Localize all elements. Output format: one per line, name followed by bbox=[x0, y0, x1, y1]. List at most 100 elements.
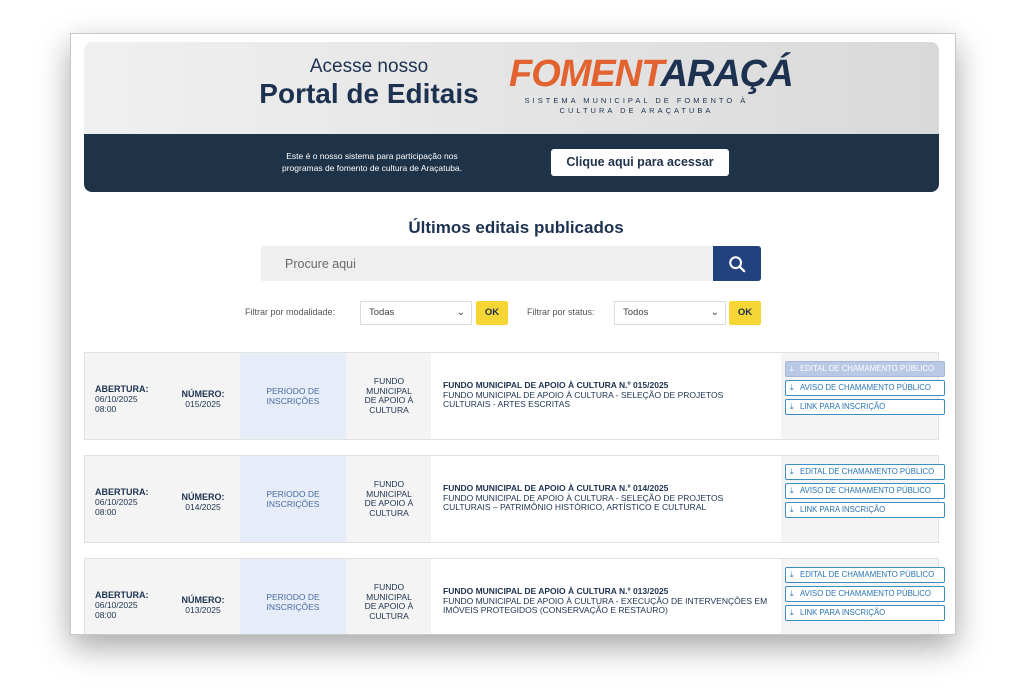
logo-subtitle-line2: CULTURA DE ARAÇATUBA bbox=[559, 106, 714, 115]
numero-label: NÚMERO: bbox=[181, 492, 225, 502]
numero-label: NÚMERO: bbox=[181, 389, 225, 399]
fund-line3: DE APOIO À bbox=[364, 498, 414, 508]
fund-line3: DE APOIO À bbox=[364, 601, 414, 611]
abertura-time: 08:00 bbox=[95, 507, 117, 517]
portal-title-line1: Acesse nosso bbox=[309, 56, 429, 77]
numero-value: 013/2025 bbox=[185, 605, 221, 615]
edital-chamamento-link[interactable]: ⤓ EDITAL DE CHAMAMENTO PÚBLICO bbox=[785, 567, 945, 583]
description-cell: FUNDO MUNICIPAL DE APOIO À CULTURA N.º 0… bbox=[431, 559, 781, 634]
download-icon: ⤓ bbox=[790, 505, 794, 514]
description-cell: FUNDO MUNICIPAL DE APOIO À CULTURA N.º 0… bbox=[431, 353, 781, 439]
fund-line2: MUNICIPAL bbox=[366, 591, 412, 602]
logo-subtitle-line1: SISTEMA MUNICIPAL DE FOMENTO À bbox=[524, 96, 749, 105]
links-cell: ⤓ EDITAL DE CHAMAMENTO PÚBLICO ⤓ AVISO DE … bbox=[785, 567, 945, 624]
logo-part2: ARAÇÁ bbox=[660, 53, 794, 95]
portal-banner[interactable]: Acesse nosso Portal de Editais FOMENTARA… bbox=[84, 42, 939, 192]
period-line1: PERIODO DE bbox=[266, 592, 320, 602]
inscricao-link[interactable]: ⤓ LINK PARA INSCRIÇÃO bbox=[785, 399, 945, 415]
abertura-time: 08:00 bbox=[95, 610, 117, 620]
fund-line2: MUNICIPAL bbox=[366, 488, 412, 499]
abertura-cell: ABERTURA: 06/10/2025 08:00 bbox=[95, 487, 165, 517]
numero-cell: NÚMERO: 014/2025 bbox=[173, 492, 233, 512]
period-line2: INSCRIÇÕES bbox=[266, 602, 320, 612]
status-select[interactable]: Todos ⌄ bbox=[614, 301, 726, 325]
period-cell: PERIODO DE INSCRIÇÕES bbox=[240, 353, 346, 439]
search-input[interactable] bbox=[261, 246, 735, 281]
search-icon bbox=[729, 255, 746, 272]
status-selected: Todos bbox=[623, 307, 649, 318]
abertura-date: 06/10/2025 bbox=[95, 394, 138, 404]
portal-title: Acesse nosso Portal de Editais bbox=[254, 56, 484, 110]
banner-description: Este é o nosso sistema para participação… bbox=[254, 150, 490, 174]
access-portal-button[interactable]: Clique aqui para acessar bbox=[551, 149, 729, 176]
modalidade-filter-label: Filtrar por modalidade: bbox=[245, 307, 336, 317]
search-button[interactable] bbox=[713, 246, 761, 281]
aviso-chamamento-link[interactable]: ⤓ AVISO DE CHAMAMENTO PÚBLICO bbox=[785, 483, 945, 499]
browser-window: Acesse nosso Portal de Editais FOMENTARA… bbox=[70, 33, 956, 635]
download-icon: ⤓ bbox=[790, 364, 794, 373]
modalidade-cell: FUNDO MUNICIPAL DE APOIO À CULTURA bbox=[348, 559, 430, 634]
numero-value: 014/2025 bbox=[185, 502, 221, 512]
aviso-chamamento-link[interactable]: ⤓ AVISO DE CHAMAMENTO PÚBLICO bbox=[785, 586, 945, 602]
abertura-cell: ABERTURA: 06/10/2025 08:00 bbox=[95, 384, 165, 414]
period-cell: PERIODO DE INSCRIÇÕES bbox=[240, 559, 346, 634]
chevron-down-icon: ⌄ bbox=[456, 307, 465, 318]
fund-line1: FUNDO bbox=[373, 582, 405, 592]
fund-line4: CULTURA bbox=[369, 610, 409, 621]
fund-line4: CULTURA bbox=[369, 404, 409, 415]
fund-line4: CULTURA bbox=[369, 507, 409, 518]
status-filter-label: Filtrar por status: bbox=[527, 307, 595, 317]
inscricao-link[interactable]: ⤓ LINK PARA INSCRIÇÃO bbox=[785, 605, 945, 621]
numero-value: 015/2025 bbox=[185, 399, 221, 409]
numero-cell: NÚMERO: 015/2025 bbox=[173, 389, 233, 409]
fund-line1: FUNDO bbox=[373, 479, 405, 489]
download-icon: ⤓ bbox=[790, 608, 794, 617]
logo-wordmark: FOMENTARAÇÁ bbox=[509, 52, 794, 96]
edital-row: ABERTURA: 06/10/2025 08:00 NÚMERO: 013/2… bbox=[84, 558, 945, 634]
status-ok-button[interactable]: OK bbox=[729, 301, 761, 325]
fund-line3: DE APOIO À bbox=[364, 395, 414, 405]
abertura-time: 08:00 bbox=[95, 404, 117, 414]
inscricao-link[interactable]: ⤓ LINK PARA INSCRIÇÃO bbox=[785, 502, 945, 518]
banner-bottom: Este é o nosso sistema para participação… bbox=[84, 134, 939, 192]
abertura-label: ABERTURA: bbox=[95, 590, 149, 600]
download-icon: ⤓ bbox=[790, 570, 794, 579]
period-cell: PERIODO DE INSCRIÇÕES bbox=[240, 456, 346, 542]
search-bar bbox=[261, 246, 761, 281]
chevron-down-icon: ⌄ bbox=[710, 307, 719, 318]
edital-description: FUNDO MUNICIPAL DE APOIO À CULTURA - SEL… bbox=[443, 492, 724, 512]
edital-description: FUNDO MUNICIPAL DE APOIO À CULTURA - EXE… bbox=[443, 595, 768, 615]
download-icon: ⤓ bbox=[790, 402, 794, 411]
abertura-label: ABERTURA: bbox=[95, 487, 149, 497]
fomentaraca-logo: FOMENTARAÇÁ SISTEMA MUNICIPAL DE FOMENTO… bbox=[509, 52, 794, 116]
modalidade-cell: FUNDO MUNICIPAL DE APOIO À CULTURA bbox=[348, 353, 430, 439]
abertura-label: ABERTURA: bbox=[95, 384, 149, 394]
portal-title-line2: Portal de Editais bbox=[259, 78, 479, 109]
modalidade-selected: Todas bbox=[369, 307, 395, 318]
edital-row: ABERTURA: 06/10/2025 08:00 NÚMERO: 015/2… bbox=[84, 352, 945, 440]
period-line2: INSCRIÇÕES bbox=[266, 499, 320, 509]
download-icon: ⤓ bbox=[790, 589, 794, 598]
aviso-chamamento-link[interactable]: ⤓ AVISO DE CHAMAMENTO PÚBLICO bbox=[785, 380, 945, 396]
abertura-date: 06/10/2025 bbox=[95, 497, 138, 507]
edital-row: ABERTURA: 06/10/2025 08:00 NÚMERO: 014/2… bbox=[84, 455, 945, 543]
banner-desc-line2: programas de fomento de cultura de Araça… bbox=[281, 163, 463, 173]
download-icon: ⤓ bbox=[790, 383, 794, 392]
fund-line2: MUNICIPAL bbox=[366, 385, 412, 396]
download-icon: ⤓ bbox=[790, 486, 794, 495]
edital-chamamento-link[interactable]: ⤓ EDITAL DE CHAMAMENTO PÚBLICO bbox=[785, 464, 945, 480]
download-icon: ⤓ bbox=[790, 467, 794, 476]
period-line2: INSCRIÇÕES bbox=[266, 396, 320, 406]
links-cell: ⤓ EDITAL DE CHAMAMENTO PÚBLICO ⤓ AVISO DE … bbox=[785, 464, 945, 521]
abertura-cell: ABERTURA: 06/10/2025 08:00 bbox=[95, 590, 165, 620]
numero-cell: NÚMERO: 013/2025 bbox=[173, 595, 233, 615]
description-cell: FUNDO MUNICIPAL DE APOIO À CULTURA N.º 0… bbox=[431, 456, 781, 542]
edital-description: FUNDO MUNICIPAL DE APOIO À CULTURA - SEL… bbox=[443, 389, 724, 409]
banner-desc-line1: Este é o nosso sistema para participação… bbox=[286, 151, 458, 161]
modalidade-ok-button[interactable]: OK bbox=[476, 301, 508, 325]
modalidade-cell: FUNDO MUNICIPAL DE APOIO À CULTURA bbox=[348, 456, 430, 542]
edital-chamamento-link[interactable]: ⤓ EDITAL DE CHAMAMENTO PÚBLICO bbox=[785, 361, 945, 377]
abertura-date: 06/10/2025 bbox=[95, 600, 138, 610]
modalidade-select[interactable]: Todas ⌄ bbox=[360, 301, 472, 325]
banner-top: Acesse nosso Portal de Editais FOMENTARA… bbox=[84, 42, 939, 134]
